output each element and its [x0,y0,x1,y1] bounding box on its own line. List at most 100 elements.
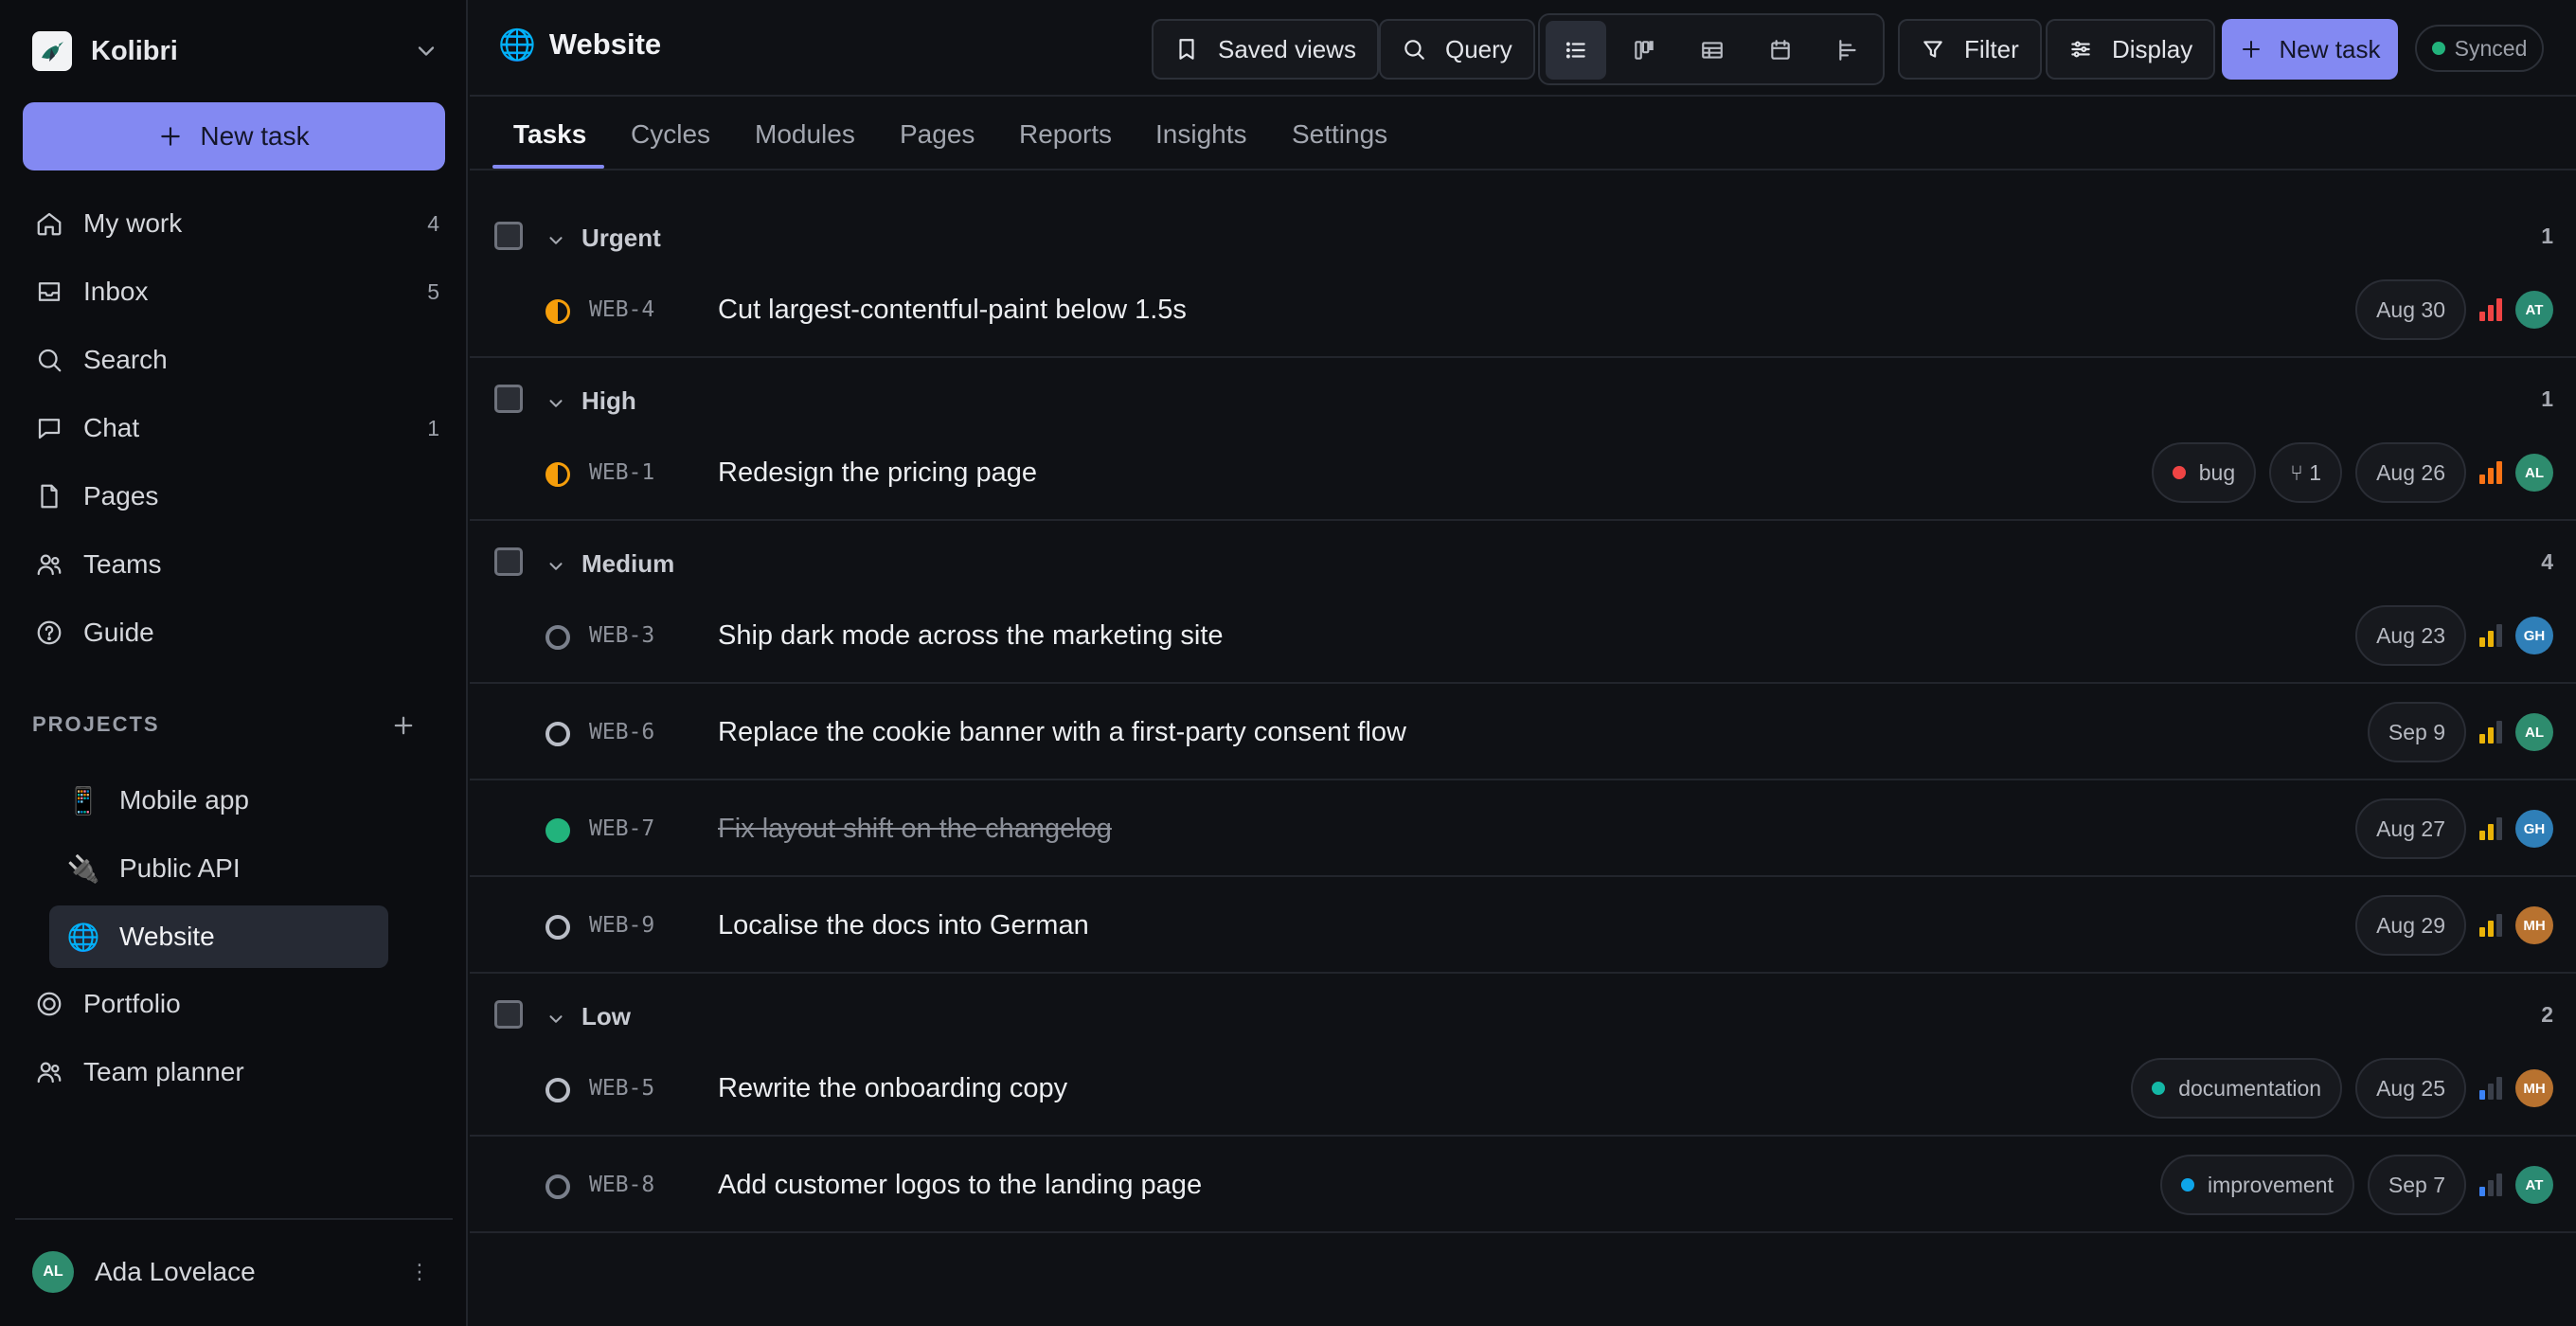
due-date-badge[interactable]: Sep 7 [2367,1155,2466,1215]
task-title[interactable]: Rewrite the onboarding copy [718,1073,1067,1104]
due-date-badge[interactable]: Aug 23 [2355,605,2466,666]
user-name: Ada Lovelace [95,1257,256,1286]
status-todo-icon[interactable] [546,1078,570,1102]
tab-insights[interactable]: Insights [1155,99,1247,170]
assignee-avatar[interactable]: AL [2515,454,2553,492]
sidebar-item-my-work[interactable]: My work 4 [32,199,439,248]
assignee-avatar[interactable]: AT [2515,291,2553,329]
task-row[interactable]: WEB-1 Redesign the pricing page bug ⑂ 1 Aug … [470,426,2576,521]
assignee-avatar[interactable]: AL [2515,713,2553,751]
assignee-avatar[interactable]: GH [2515,617,2553,654]
status-in-progress-icon[interactable] [546,462,570,487]
task-title[interactable]: Replace the cookie banner with a first-p… [718,717,1406,748]
priority-medium-icon[interactable] [2479,912,2504,939]
board-view-icon[interactable] [1614,21,1674,80]
due-date-badge[interactable]: Sep 9 [2367,702,2466,762]
sidebar-item-teams[interactable]: Teams [32,540,439,589]
task-title[interactable]: Ship dark mode across the marketing site [718,620,1224,652]
status-todo-icon[interactable] [546,1174,570,1199]
group-header-low[interactable]: Low 2 [470,993,2576,1042]
tab-tasks[interactable]: Tasks [513,99,586,170]
sidebar-item-guide[interactable]: Guide [32,608,439,657]
tab-settings[interactable]: Settings [1292,99,1387,170]
task-row[interactable]: WEB-9 Localise the docs into German Aug 29… [470,879,2576,974]
sidebar-project-website[interactable]: 🌐 Website [49,905,388,968]
sidebar-item-inbox[interactable]: Inbox 5 [32,267,439,316]
new-task-button[interactable]: New task [2222,19,2398,80]
tab-cycles[interactable]: Cycles [631,99,710,170]
list-view-icon[interactable] [1546,21,1606,80]
due-date-badge[interactable]: Aug 25 [2355,1058,2466,1119]
due-date-badge[interactable]: Aug 29 [2355,895,2466,956]
assignee-avatar[interactable]: MH [2515,906,2553,944]
group-select-checkbox[interactable] [494,1000,523,1029]
user-menu[interactable]: AL Ada Lovelace ⋮ [32,1250,439,1294]
task-row[interactable]: WEB-6 Replace the cookie banner with a fi… [470,686,2576,780]
group-header-urgent[interactable]: Urgent 1 [470,214,2576,263]
chevron-down-icon[interactable] [546,1009,566,1030]
query-button[interactable]: Query [1379,19,1535,80]
chevron-down-icon[interactable] [546,556,566,577]
sidebar-item-pages[interactable]: Pages [32,472,439,521]
chevron-down-icon[interactable] [546,393,566,414]
due-date-badge[interactable]: Aug 27 [2355,798,2466,859]
group-header-medium[interactable]: Medium 4 [470,540,2576,589]
sidebar-item-portfolio[interactable]: Portfolio [32,979,439,1029]
task-row[interactable]: WEB-5 Rewrite the onboarding copy document… [470,1042,2576,1137]
group-select-checkbox[interactable] [494,222,523,250]
timeline-view-icon[interactable] [1818,21,1879,80]
priority-urgent-icon[interactable] [2479,296,2504,323]
tab-reports[interactable]: Reports [1019,99,1112,170]
status-todo-icon[interactable] [546,625,570,650]
due-date-badge[interactable]: Aug 30 [2355,279,2466,340]
subtask-count-badge[interactable]: ⑂ 1 [2269,442,2343,503]
status-in-progress-icon[interactable] [546,299,570,324]
tab-pages[interactable]: Pages [900,99,975,170]
calendar-view-icon[interactable] [1750,21,1811,80]
priority-medium-icon[interactable] [2479,719,2504,745]
task-row[interactable]: WEB-8 Add customer logos to the landing p… [470,1138,2576,1233]
label-badge[interactable]: documentation [2131,1058,2343,1119]
task-row[interactable]: WEB-4 Cut largest-contentful-paint below … [470,263,2576,358]
task-title[interactable]: Cut largest-contentful-paint below 1.5s [718,295,1187,326]
priority-medium-icon[interactable] [2479,622,2504,649]
priority-medium-icon[interactable] [2479,815,2504,842]
assignee-avatar[interactable]: AT [2515,1166,2553,1204]
saved-views-button[interactable]: Saved views [1152,19,1379,80]
status-todo-icon[interactable] [546,722,570,746]
task-row[interactable]: WEB-3 Ship dark mode across the marketing… [470,589,2576,684]
assignee-avatar[interactable]: MH [2515,1069,2553,1107]
task-row[interactable]: WEB-7 Fix layout shift on the changelog Au… [470,782,2576,877]
sidebar-project-public-api[interactable]: 🔌 Public API [49,837,388,900]
status-todo-icon[interactable] [546,915,570,940]
group-header-high[interactable]: High 1 [470,377,2576,426]
display-button[interactable]: Display [2046,19,2216,80]
more-options-icon[interactable]: ⋮ [409,1260,430,1284]
sidebar-item-search[interactable]: Search [32,335,439,385]
label-badge[interactable]: bug [2151,442,2257,503]
workspace-switcher[interactable]: Kolibri [32,30,439,72]
tab-modules[interactable]: Modules [755,99,855,170]
sidebar-project-mobile-app[interactable]: 📱 Mobile app [49,769,388,832]
priority-low-icon[interactable] [2479,1075,2504,1102]
task-title[interactable]: Add customer logos to the landing page [718,1170,1202,1201]
assignee-avatar[interactable]: GH [2515,810,2553,848]
due-date-badge[interactable]: Aug 26 [2355,442,2466,503]
sidebar-new-task-button[interactable]: New task [23,102,445,170]
table-view-icon[interactable] [1682,21,1743,80]
group-select-checkbox[interactable] [494,547,523,576]
task-title[interactable]: Localise the docs into German [718,910,1089,941]
label-badge[interactable]: improvement [2159,1155,2354,1215]
priority-low-icon[interactable] [2479,1172,2504,1198]
group-select-checkbox[interactable] [494,385,523,413]
task-title[interactable]: Fix layout shift on the changelog [718,814,1112,845]
sidebar-item-team-planner[interactable]: Team planner [32,1048,439,1097]
chevron-down-icon[interactable] [413,38,439,64]
task-title[interactable]: Redesign the pricing page [718,457,1037,489]
add-project-icon[interactable] [390,712,417,739]
status-done-icon[interactable] [546,818,570,843]
sidebar-item-chat[interactable]: Chat 1 [32,403,439,453]
chevron-down-icon[interactable] [546,230,566,251]
filter-button[interactable]: Filter [1898,19,2042,80]
priority-high-icon[interactable] [2479,459,2504,486]
